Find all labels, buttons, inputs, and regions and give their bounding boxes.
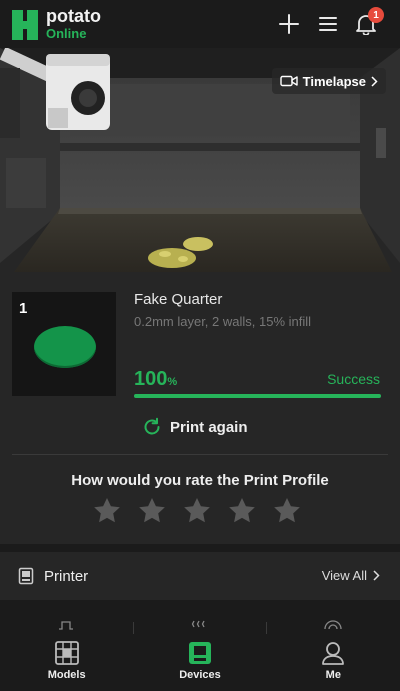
printer-icon [18, 567, 34, 585]
nav-me[interactable]: Me [267, 634, 400, 691]
nav-me-label: Me [325, 669, 341, 681]
progress-unit: % [167, 376, 178, 388]
timelapse-button[interactable]: Timelapse [271, 68, 386, 94]
star-icon[interactable] [272, 496, 302, 526]
nav-devices[interactable]: Devices [133, 634, 266, 691]
rating-stars [92, 496, 302, 526]
nozzle-temp-icon [59, 621, 73, 630]
fan-icon [324, 620, 342, 630]
app-logo [12, 10, 38, 40]
progress-bar-fill [134, 394, 381, 398]
chevron-right-icon [371, 75, 378, 87]
job-result-status: Success [327, 371, 380, 387]
nav-models[interactable]: Models [0, 634, 133, 691]
progress-percent: 100% [134, 368, 177, 391]
progress-bar [134, 394, 381, 398]
refresh-icon [144, 417, 160, 435]
star-icon[interactable] [182, 496, 212, 526]
plate-thumbnail[interactable]: 1 [12, 292, 116, 396]
star-icon[interactable] [92, 496, 122, 526]
device-icon [188, 642, 211, 664]
print-again-label: Print again [170, 418, 248, 436]
printer-name: potato [46, 6, 101, 26]
cube-icon [54, 641, 79, 665]
divider [12, 454, 388, 455]
job-title: Fake Quarter [134, 291, 223, 308]
plate-number: 1 [19, 300, 28, 317]
camera-view[interactable]: Timelapse [0, 48, 400, 272]
notifications-button[interactable]: 1 [354, 7, 384, 36]
printer-status: Online [46, 26, 87, 41]
star-icon[interactable] [227, 496, 257, 526]
video-camera-icon [279, 75, 298, 87]
bed-temp-icon [191, 620, 205, 628]
bottom-nav: Models Devices Me [0, 634, 400, 691]
print-job-card: 1 Fake Quarter 0.2mm layer, 2 walls, 15%… [0, 272, 400, 544]
view-all-label: View All [321, 568, 367, 583]
user-icon [322, 642, 345, 665]
progress-value: 100 [134, 368, 168, 390]
menu-icon[interactable] [316, 12, 340, 36]
printer-section-header: Printer View All [0, 552, 400, 600]
nav-models-label: Models [47, 669, 86, 681]
model-preview [34, 326, 96, 368]
star-icon[interactable] [137, 496, 167, 526]
view-all-link[interactable]: View All [322, 568, 380, 583]
app-header: potato Online 1 [0, 0, 400, 48]
add-icon[interactable] [277, 12, 301, 36]
printer-identity[interactable]: potato Online [46, 7, 101, 40]
timelapse-label: Timelapse [302, 73, 366, 89]
notification-badge: 1 [368, 7, 384, 23]
printer-section-title: Printer [44, 568, 89, 585]
job-settings: 0.2mm layer, 2 walls, 15% infill [134, 314, 312, 329]
nav-devices-label: Devices [179, 669, 221, 681]
print-again-button[interactable]: Print again [142, 416, 248, 438]
rating-question: How would you rate the Print Profile [71, 472, 329, 489]
chevron-right-icon [373, 570, 380, 581]
